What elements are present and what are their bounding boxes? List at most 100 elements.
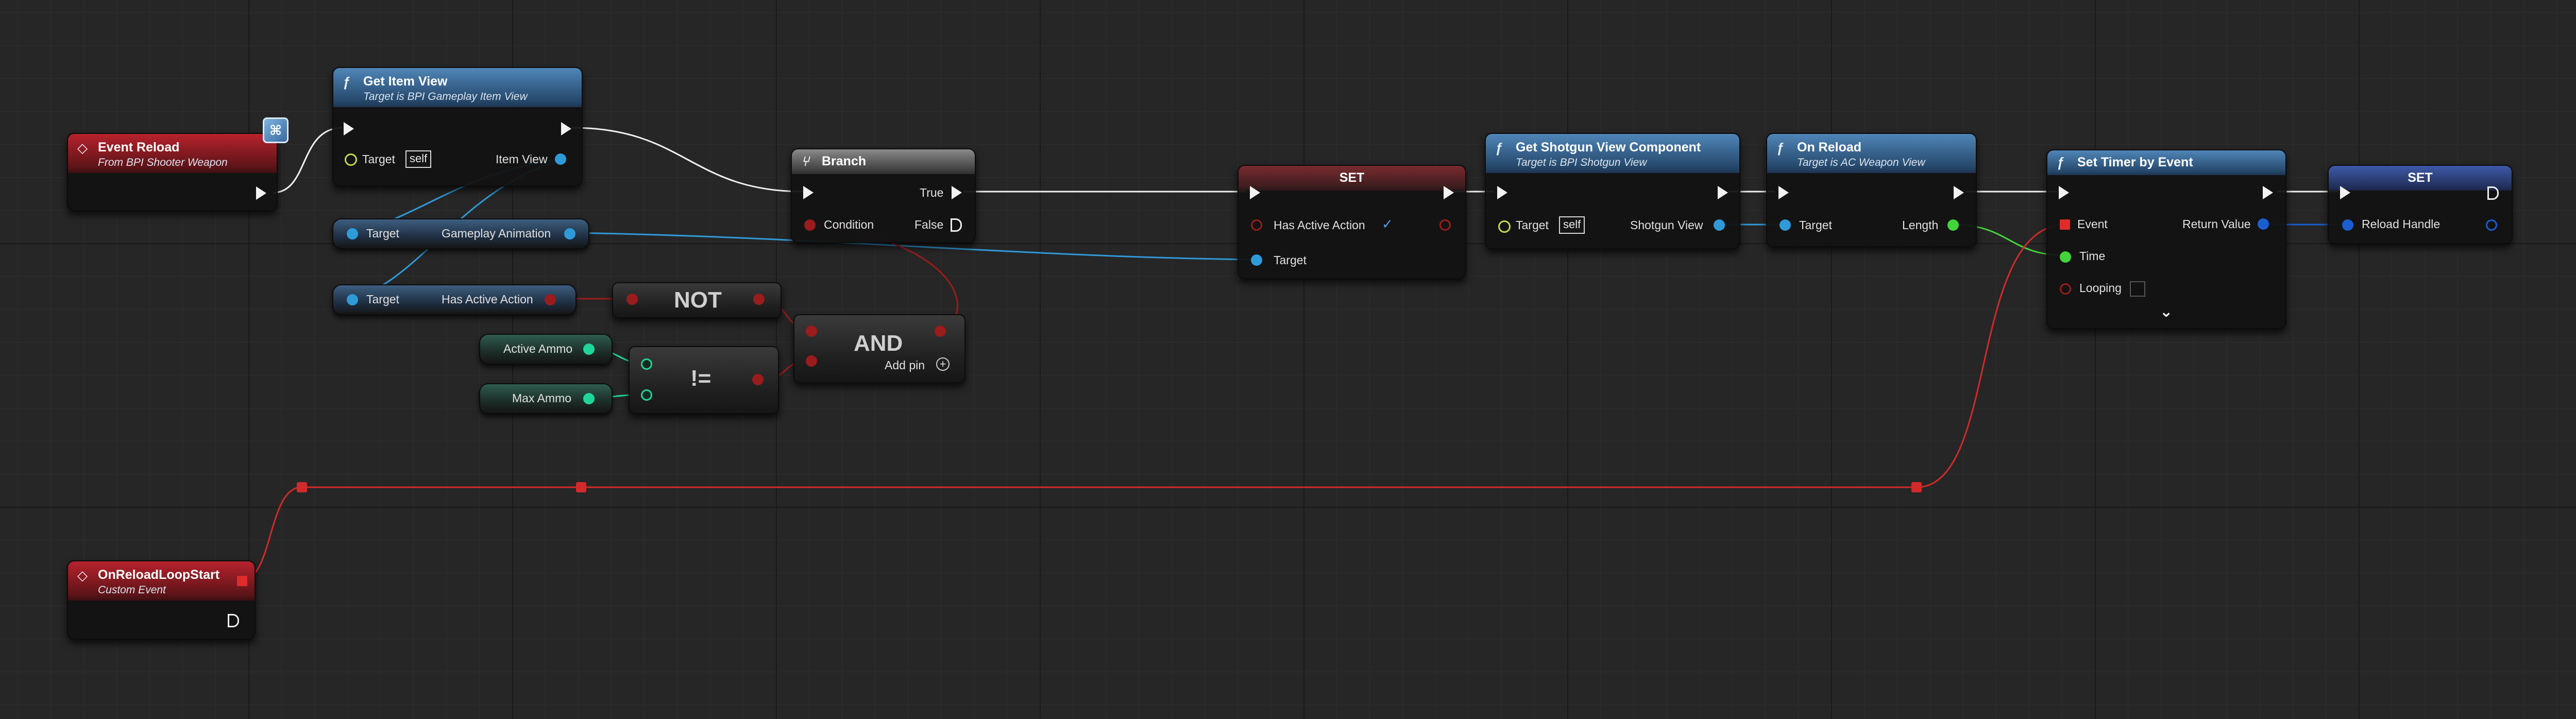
exec-wire	[571, 127, 804, 193]
active-ammo-getter[interactable]: Active Ammo	[479, 334, 613, 365]
exec-out-pin[interactable]	[1954, 186, 1964, 199]
event-delegate-pin[interactable]	[2060, 219, 2070, 230]
max-ammo-getter[interactable]: Max Ammo	[479, 383, 613, 414]
bool-in-pin[interactable]	[1251, 219, 1262, 231]
node-title: SET	[2408, 170, 2433, 185]
condition-pin[interactable]	[804, 219, 816, 231]
branch-node[interactable]: ⑂ Branch True Condition False	[791, 148, 976, 243]
set-reload-handle-node[interactable]: SET Reload Handle	[2328, 165, 2513, 244]
delegate-out-pin[interactable]	[237, 576, 247, 586]
true-exec-out-pin[interactable]	[952, 186, 962, 199]
not-node[interactable]: NOT	[612, 282, 782, 318]
output-label: Shotgun View	[1630, 218, 1703, 232]
int-in-pin-a[interactable]	[641, 358, 652, 370]
node-subtitle: Custom Event	[98, 584, 166, 596]
condition-label: Condition	[824, 218, 874, 231]
int-in-pin-b[interactable]	[641, 389, 652, 401]
exec-out-pin[interactable]	[1444, 186, 1454, 199]
set-timer-by-event-node[interactable]: ƒ Set Timer by Event Event Return Value …	[2046, 149, 2286, 329]
bool-out-pin[interactable]	[935, 326, 946, 337]
on-reload-node[interactable]: ƒ On Reload Target is AC Weapon View Tar…	[1766, 133, 1977, 247]
return-value-label: Return Value	[2182, 217, 2251, 231]
has-active-action-label: Has Active Action	[1274, 218, 1365, 232]
int-out-pin[interactable]	[583, 344, 595, 355]
exec-in-pin[interactable]	[2059, 186, 2069, 199]
exec-out-pin[interactable]	[561, 122, 571, 135]
gameplay-animation-getter[interactable]: Target Gameplay Animation	[332, 218, 589, 249]
self-value[interactable]: self	[405, 150, 432, 168]
exec-in-pin[interactable]	[344, 122, 354, 135]
and-node[interactable]: AND Add pin +	[793, 314, 965, 383]
event-diamond-icon: ◇	[77, 140, 88, 156]
false-exec-out-pin[interactable]	[951, 218, 962, 232]
reload-handle-out-pin[interactable]	[2486, 219, 2497, 231]
exec-in-pin[interactable]	[803, 186, 814, 199]
target-pin[interactable]	[347, 294, 358, 305]
exec-in-pin[interactable]	[1497, 186, 1507, 199]
has-active-action-getter[interactable]: Target Has Active Action	[332, 284, 577, 315]
exec-out-pin[interactable]	[2263, 186, 2273, 199]
chevron-down-icon[interactable]: ⌄	[2160, 303, 2173, 321]
gameplay-animation-out-pin[interactable]	[564, 228, 575, 239]
shotgun-view-out-pin[interactable]	[1714, 219, 1725, 231]
bool-out-pin[interactable]	[752, 374, 764, 385]
reroute-node[interactable]	[576, 482, 586, 492]
bool-out-pin[interactable]	[1439, 219, 1451, 231]
bool-out-pin[interactable]	[753, 294, 765, 305]
exec-out-pin[interactable]	[256, 186, 266, 200]
node-subtitle: Target is AC Weapon View	[1797, 157, 1925, 168]
exec-out-pin[interactable]	[2487, 186, 2499, 200]
bool-in-pin-b[interactable]	[806, 355, 817, 367]
variable-label: Active Ammo	[503, 342, 573, 355]
target-pin[interactable]	[345, 153, 357, 166]
reload-handle-label: Reload Handle	[2362, 217, 2441, 231]
target-pin[interactable]	[1498, 220, 1511, 233]
looping-label: Looping	[2079, 281, 2122, 295]
item-view-out-pin[interactable]	[555, 153, 566, 165]
reload-handle-in-pin[interactable]	[2342, 219, 2353, 231]
interface-badge-icon: ⌘	[263, 117, 289, 143]
target-pin[interactable]	[1780, 219, 1791, 231]
length-label: Length	[1902, 218, 1939, 232]
output-label: Has Active Action	[442, 293, 533, 306]
node-title: Set Timer by Event	[2077, 155, 2193, 169]
function-icon: ƒ	[2057, 155, 2064, 170]
checkmark-icon[interactable]: ✓	[1382, 216, 1393, 232]
int-out-pin[interactable]	[583, 393, 595, 404]
target-label: Target	[1799, 218, 1832, 232]
time-pin[interactable]	[2060, 251, 2071, 263]
reroute-node[interactable]	[1911, 482, 1922, 492]
target-pin[interactable]	[347, 228, 358, 239]
length-out-pin[interactable]	[1947, 219, 1959, 231]
event-reload-node[interactable]: ◇ Event Reload From BPI Shooter Weapon	[67, 133, 278, 211]
return-value-out-pin[interactable]	[2258, 218, 2269, 230]
add-pin-icon[interactable]: +	[936, 357, 950, 371]
output-label: Gameplay Animation	[442, 227, 551, 240]
looping-checkbox[interactable]	[2130, 281, 2145, 297]
add-pin-label[interactable]: Add pin	[885, 358, 925, 372]
time-label: Time	[2079, 249, 2106, 263]
self-value[interactable]: self	[1559, 216, 1585, 234]
target-pin[interactable]	[1251, 254, 1262, 266]
target-label: Target	[366, 293, 399, 306]
get-shotgun-view-component-node[interactable]: ƒ Get Shotgun View Component Target is B…	[1485, 133, 1740, 249]
on-reload-loop-start-node[interactable]: ◇ OnReloadLoopStart Custom Event	[67, 560, 256, 640]
operator-symbol: NOT	[674, 287, 722, 313]
node-title: OnReloadLoopStart	[98, 568, 220, 582]
bool-in-pin-a[interactable]	[806, 326, 817, 337]
node-subtitle: Target is BPI Gameplay Item View	[363, 91, 528, 102]
exec-in-pin[interactable]	[1778, 186, 1789, 199]
get-item-view-node[interactable]: ƒ Get Item View Target is BPI Gameplay I…	[332, 67, 583, 186]
event-label: Event	[2077, 217, 2108, 231]
bool-in-pin[interactable]	[626, 294, 638, 305]
looping-pin[interactable]	[2060, 283, 2071, 295]
reroute-node[interactable]	[297, 482, 307, 492]
set-has-active-action-node[interactable]: SET Has Active Action ✓ Target	[1238, 165, 1466, 279]
blueprint-graph-canvas[interactable]: ◇ Event Reload From BPI Shooter Weapon ⌘…	[0, 0, 2576, 719]
not-equal-node[interactable]: !=	[629, 346, 779, 414]
exec-out-pin[interactable]	[228, 614, 239, 627]
exec-out-pin[interactable]	[1718, 186, 1728, 199]
exec-in-pin[interactable]	[1250, 186, 1260, 199]
bool-out-pin[interactable]	[545, 294, 556, 305]
exec-in-pin[interactable]	[2340, 186, 2350, 199]
